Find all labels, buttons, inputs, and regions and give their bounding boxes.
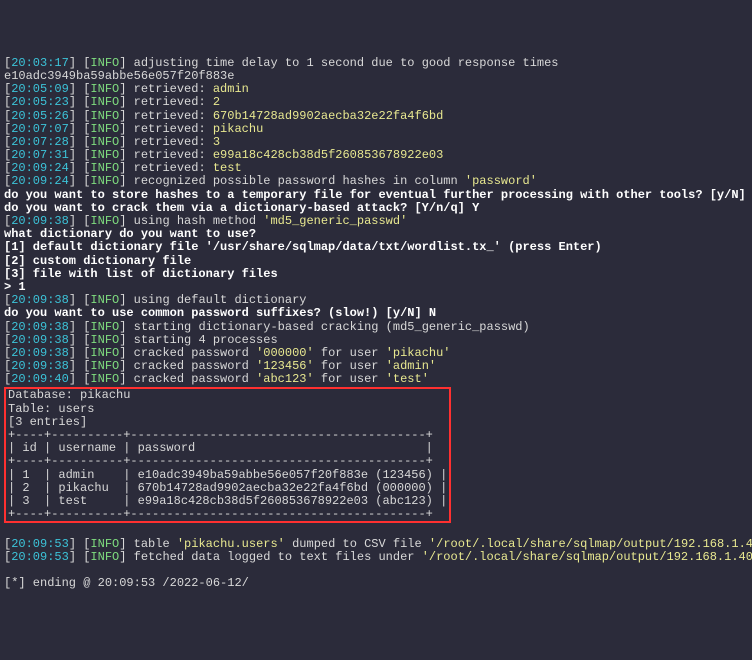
log-line: [20:09:40] [INFO] cracked password 'abc1…: [4, 373, 748, 386]
ending-line: [*] ending @ 20:09:53 /2022-06-12/: [4, 577, 748, 590]
prompt-line: [3] file with list of dictionary files: [4, 268, 748, 281]
log-line: [20:09:53] [INFO] fetched data logged to…: [4, 551, 748, 564]
result-table: Database: pikachuTable: users[3 entries]…: [4, 387, 451, 523]
terminal-output: [20:03:17] [INFO] adjusting time delay t…: [4, 57, 748, 591]
